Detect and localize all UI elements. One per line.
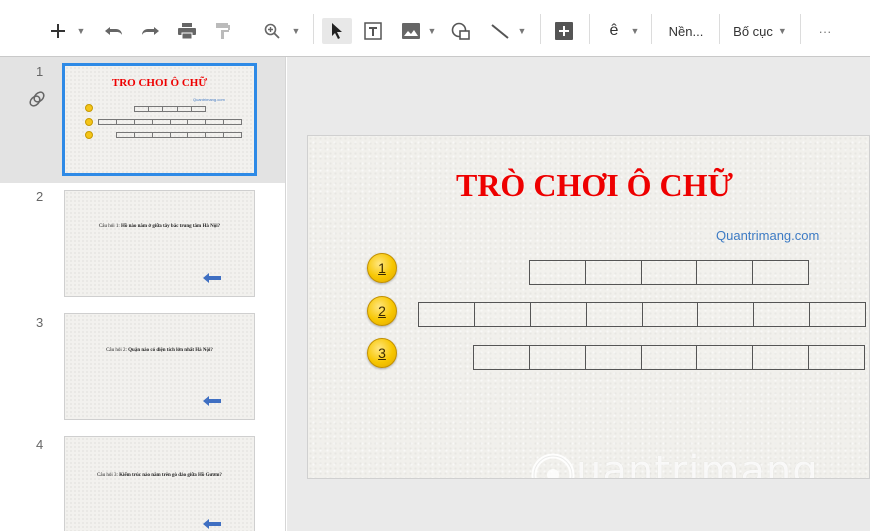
slide-thumbnail-4[interactable]: Câu hỏi 3: Kiếm trúc nào nằm trên gò đảo… bbox=[64, 436, 255, 531]
watermark: uantrimang bbox=[528, 446, 858, 479]
question-label: Câu hỏi 1: bbox=[98, 224, 120, 229]
thumbnail-row bbox=[116, 132, 242, 138]
more-options-button[interactable]: ··· bbox=[810, 18, 840, 44]
arrow-left-icon bbox=[203, 396, 221, 406]
background-button[interactable]: Nền... bbox=[660, 18, 712, 44]
slide-number: 1 bbox=[36, 64, 44, 79]
thumbnail-question: Câu hỏi 1: Hồ nào nằm ở giữa tây bắc tru… bbox=[65, 224, 254, 229]
text-box-button[interactable] bbox=[359, 18, 387, 44]
slide-title[interactable]: TRÒ CHƠI Ô CHỮ bbox=[308, 167, 869, 204]
layout-label: Bố cục bbox=[733, 23, 773, 39]
answer-row-3[interactable] bbox=[473, 345, 865, 370]
caret-down-icon: ▼ bbox=[517, 26, 527, 36]
toolbar-divider bbox=[313, 14, 314, 44]
layout-button[interactable]: Bố cục ▼ bbox=[728, 18, 792, 44]
slide-number: 2 bbox=[36, 189, 44, 204]
caret-down-icon: ▼ bbox=[76, 26, 86, 36]
toolbar-divider bbox=[540, 14, 541, 44]
comment-add-icon bbox=[555, 22, 573, 40]
print-icon bbox=[178, 23, 196, 39]
thumbnail-row bbox=[134, 106, 206, 112]
answer-row-1[interactable] bbox=[529, 260, 809, 285]
background-label: Nền... bbox=[668, 23, 704, 39]
question-badge-3[interactable]: 3 bbox=[367, 338, 397, 368]
thumbnail-title: TRO CHOI Ô CHỮ bbox=[111, 77, 208, 89]
redo-icon bbox=[142, 27, 159, 35]
input-tools-glyph: ê bbox=[609, 22, 619, 39]
arrow-left-icon bbox=[203, 273, 221, 283]
question-badge-2[interactable]: 2 bbox=[367, 296, 397, 326]
shape-icon bbox=[451, 22, 470, 40]
toolbar: ▼ ▼ ▼ ▼ ê ▼ Nền... Bố cục ▼ ··· bbox=[0, 0, 870, 57]
toolbar-divider bbox=[800, 14, 801, 44]
zoom-button[interactable] bbox=[258, 18, 286, 44]
shape-button[interactable] bbox=[447, 18, 475, 44]
paint-format-button[interactable] bbox=[209, 18, 237, 44]
toolbar-divider bbox=[589, 14, 590, 44]
thumbnail-question: Câu hỏi 2: Quận nào có diện tích lớn nhấ… bbox=[65, 348, 254, 353]
new-slide-button[interactable] bbox=[44, 18, 72, 44]
question-text: Quận nào có diện tích lớn nhất Hà Nội? bbox=[128, 348, 213, 353]
slide-thumbnail-2[interactable]: Câu hỏi 1: Hồ nào nằm ở giữa tây bắc tru… bbox=[64, 190, 255, 297]
slide-brand[interactable]: Quantrimang.com bbox=[716, 228, 819, 243]
zoom-icon bbox=[264, 23, 280, 39]
text-box-icon bbox=[364, 22, 382, 40]
slide-number: 3 bbox=[36, 315, 44, 330]
select-tool-button[interactable] bbox=[322, 18, 352, 44]
question-label: Câu hỏi 3: bbox=[97, 473, 118, 478]
caret-down-icon: ▼ bbox=[291, 26, 301, 36]
slide-thumbnail-3[interactable]: Câu hỏi 2: Quận nào có diện tích lớn nhấ… bbox=[64, 313, 255, 420]
toolbar-divider bbox=[719, 14, 720, 44]
question-label: Câu hỏi 2: bbox=[106, 348, 127, 353]
print-button[interactable] bbox=[173, 18, 201, 44]
question-text: Kiếm trúc nào nằm trên gò đảo giữa Hồ Gư… bbox=[119, 473, 222, 478]
question-text: Hồ nào nằm ở giữa tây bắc trung tâm Hà N… bbox=[120, 224, 221, 229]
add-comment-button[interactable] bbox=[550, 18, 578, 44]
caret-down-icon: ▼ bbox=[777, 26, 787, 36]
image-icon bbox=[402, 23, 420, 39]
line-button[interactable] bbox=[486, 18, 514, 44]
slide-filmstrip: 1 TRO CHOI Ô CHỮ Quantrimang.com 2 Câu h… bbox=[0, 57, 286, 531]
answer-row-2[interactable] bbox=[418, 302, 866, 327]
undo-button[interactable] bbox=[100, 18, 128, 44]
badge-dot bbox=[85, 118, 93, 126]
more-icon: ··· bbox=[818, 23, 832, 39]
toolbar-divider bbox=[651, 14, 652, 44]
arrow-left-icon bbox=[203, 519, 221, 529]
redo-button[interactable] bbox=[136, 18, 164, 44]
line-dropdown[interactable]: ▼ bbox=[515, 18, 529, 44]
current-slide[interactable]: TRÒ CHƠI Ô CHỮ Quantrimang.com 1 2 3 uan… bbox=[307, 135, 870, 479]
line-icon bbox=[491, 24, 509, 39]
question-badge-1[interactable]: 1 bbox=[367, 253, 397, 283]
thumbnail-question: Câu hỏi 3: Kiếm trúc nào nằm trên gò đảo… bbox=[65, 473, 254, 478]
badge-dot bbox=[85, 131, 93, 139]
link-icon bbox=[29, 91, 45, 107]
watermark-text: uantrimang bbox=[576, 448, 819, 479]
editor-canvas[interactable]: TRÒ CHƠI Ô CHỮ Quantrimang.com 1 2 3 uan… bbox=[287, 57, 870, 531]
plus-icon bbox=[51, 24, 65, 38]
input-tools-button[interactable]: ê bbox=[600, 18, 628, 44]
thumbnail-brand: Quantrimang.com bbox=[193, 97, 225, 102]
watermark-logo-icon bbox=[531, 453, 575, 478]
zoom-dropdown[interactable]: ▼ bbox=[288, 18, 304, 44]
slide-number: 4 bbox=[36, 437, 44, 452]
caret-down-icon: ▼ bbox=[427, 26, 437, 36]
image-button[interactable] bbox=[397, 18, 425, 44]
input-tools-dropdown[interactable]: ▼ bbox=[628, 18, 642, 44]
caret-down-icon: ▼ bbox=[630, 26, 640, 36]
undo-icon bbox=[105, 27, 122, 35]
slide-thumbnail-1[interactable]: TRO CHOI Ô CHỮ Quantrimang.com bbox=[62, 63, 257, 176]
new-slide-dropdown[interactable]: ▼ bbox=[72, 18, 90, 44]
image-dropdown[interactable]: ▼ bbox=[425, 18, 439, 44]
thumbnail-row bbox=[98, 119, 242, 125]
paint-format-icon bbox=[216, 23, 230, 39]
badge-dot bbox=[85, 104, 93, 112]
select-cursor-icon bbox=[332, 23, 342, 39]
